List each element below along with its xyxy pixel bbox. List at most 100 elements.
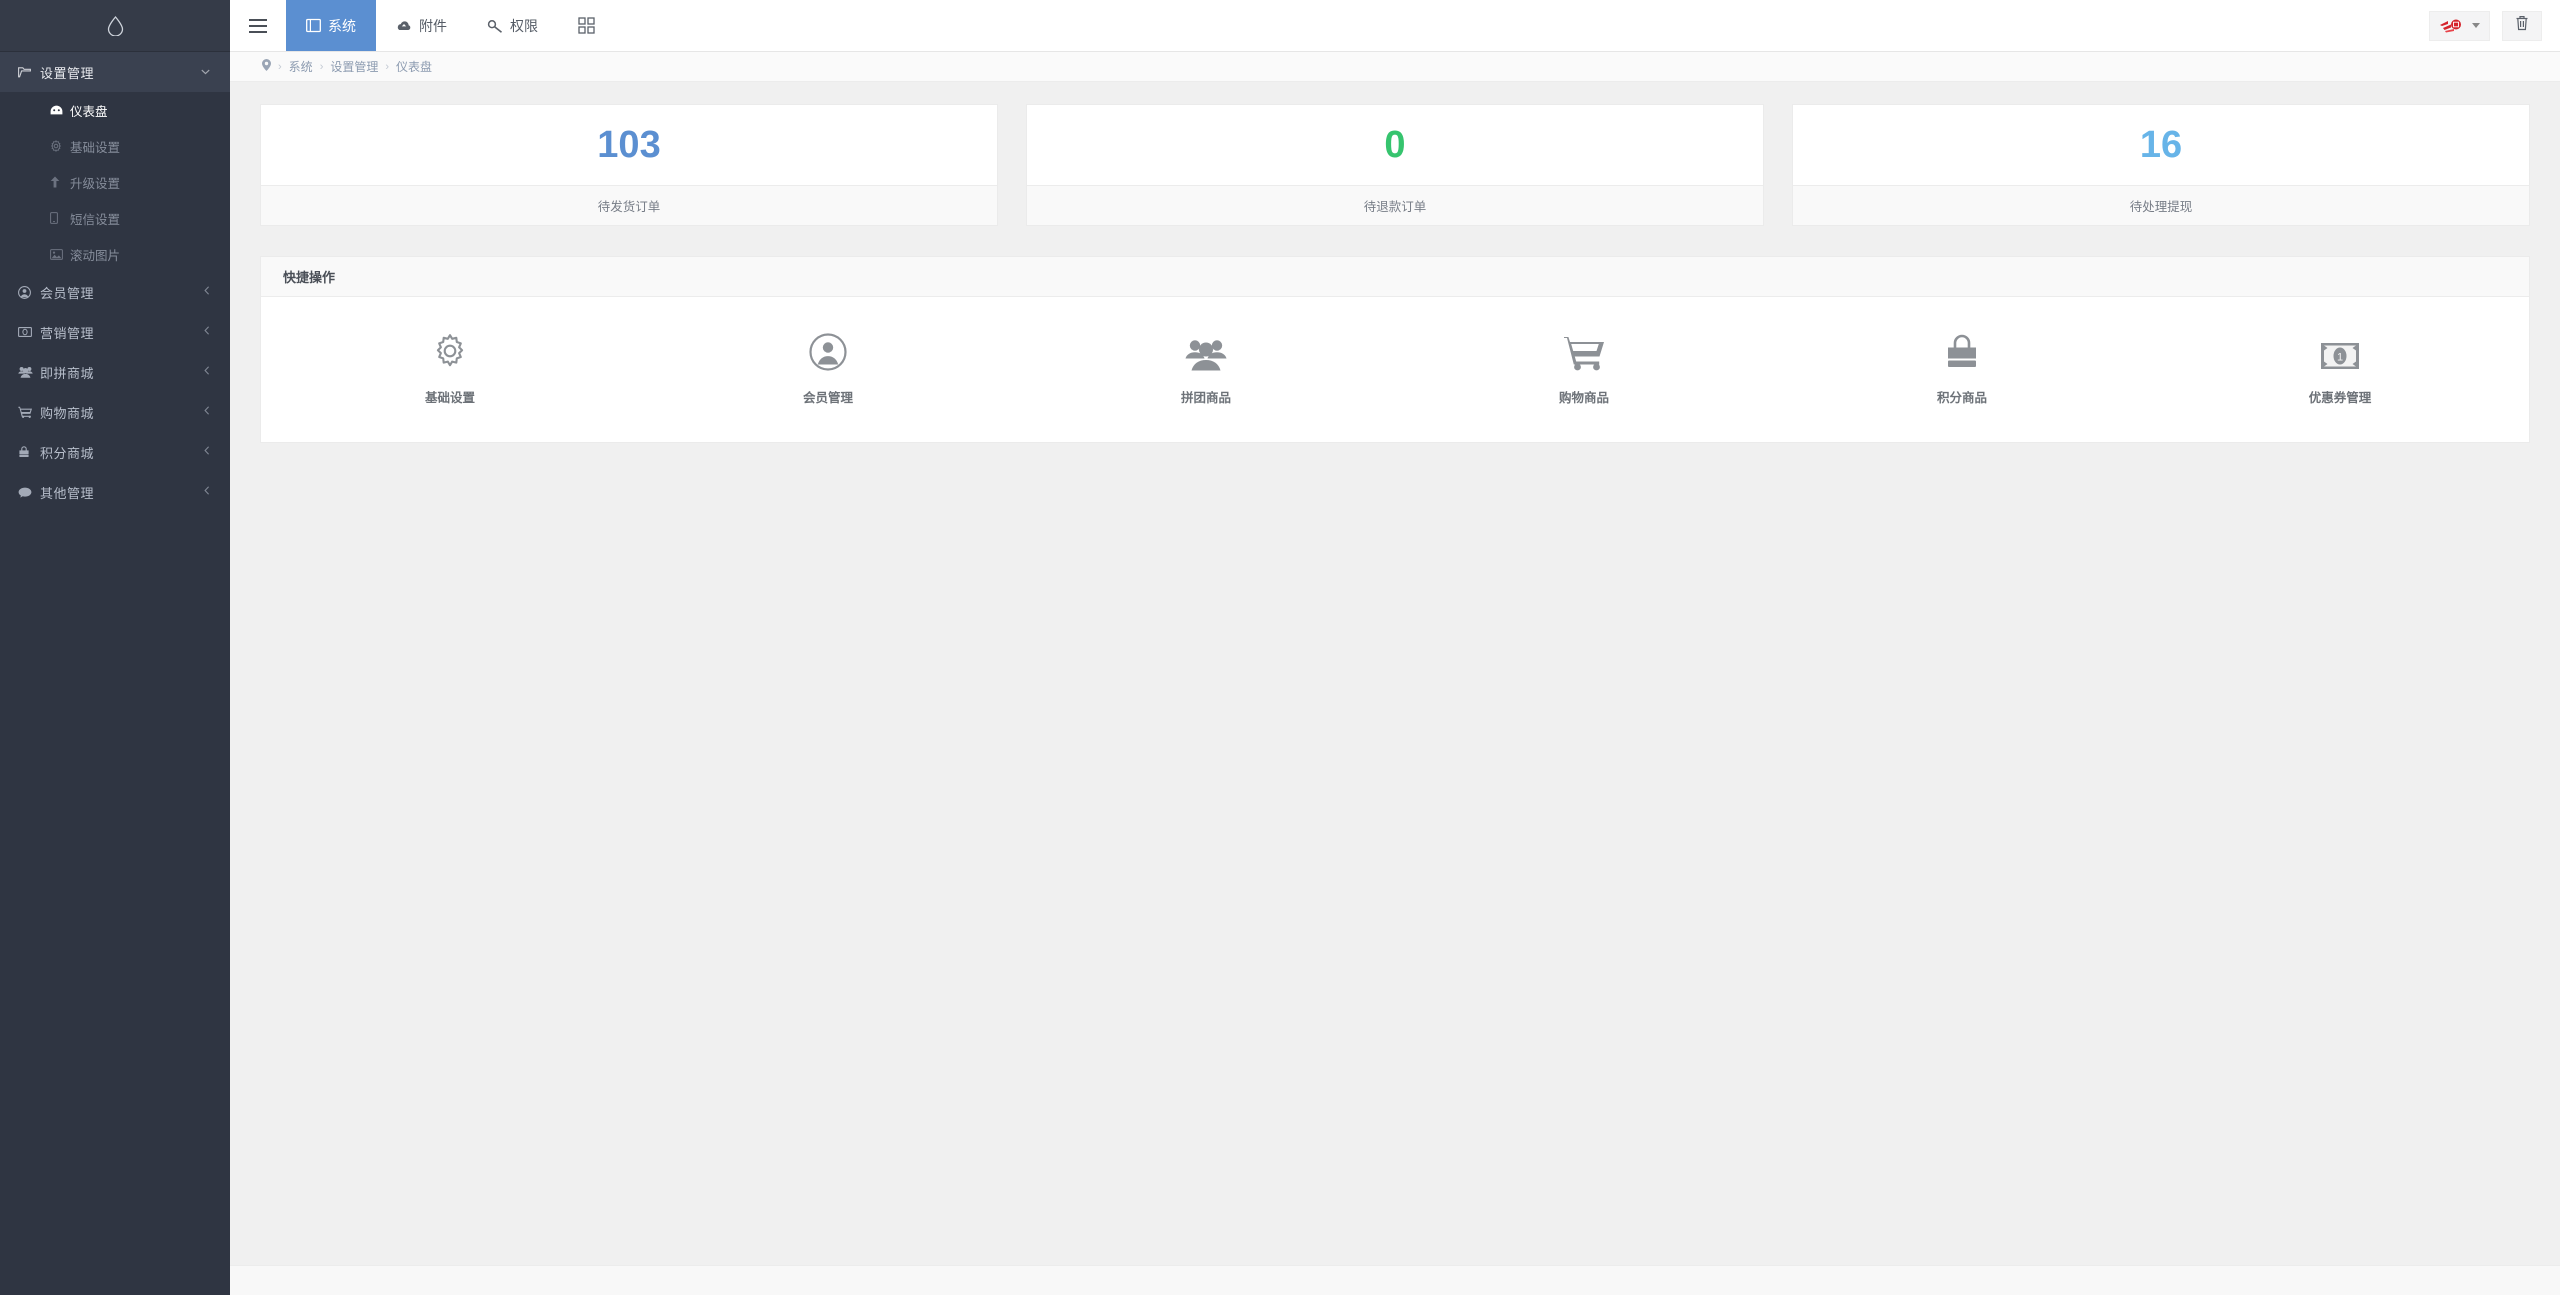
caret-down-icon	[2472, 23, 2480, 28]
trash-icon	[2515, 15, 2529, 36]
stat-label: 待发货订单	[597, 200, 661, 214]
chevron-left-icon	[204, 406, 210, 418]
tab-attachment[interactable]: 附件	[376, 0, 467, 51]
stat-value: 103	[597, 124, 661, 166]
sidebar-group: 购物商城	[0, 392, 230, 432]
breadcrumb-item-dashboard[interactable]: 仪表盘	[396, 58, 432, 75]
sidebar-group-1[interactable]: 会员管理	[0, 272, 230, 312]
money-icon	[18, 327, 40, 337]
sidebar-group-2[interactable]: 营销管理	[0, 312, 230, 352]
sidebar-group-3[interactable]: 即拼商城	[0, 352, 230, 392]
quick-actions-header: 快捷操作	[261, 257, 2529, 297]
tab-apps[interactable]	[558, 0, 622, 51]
cloud-icon	[396, 19, 412, 32]
sidebar-group-5[interactable]: 积分商城	[0, 432, 230, 472]
sidebar-group-label: 购物商城	[40, 405, 95, 421]
stat-value-wrap: 0	[1027, 105, 1763, 185]
key-icon	[487, 19, 503, 33]
quick-action-group-buy-products[interactable]: 拼团商品	[1017, 331, 1395, 406]
main-content: 103 待发货订单 0 待退款订单 16 待处理提现 快捷操作 基础设置 会员管…	[230, 82, 2560, 1295]
tab-system[interactable]: 系统	[286, 0, 376, 51]
trash-button[interactable]	[2502, 10, 2542, 41]
stat-value-wrap: 103	[261, 105, 997, 185]
tab-permission-label: 权限	[510, 17, 538, 34]
brand-logo-icon	[2439, 18, 2465, 34]
comment-icon	[18, 487, 40, 498]
stat-value: 16	[2139, 124, 2183, 166]
sidebar-logo[interactable]	[0, 0, 230, 52]
stat-card-pending-withdrawal[interactable]: 16 待处理提现	[1792, 104, 2530, 226]
quick-action-shop-products[interactable]: 购物商品	[1395, 331, 1773, 406]
sidebar-item-0-1[interactable]: 基础设置	[0, 128, 230, 164]
quick-actions-body: 基础设置 会员管理 拼团商品 购物商品 积分商品 1 优惠券管理	[261, 297, 2529, 442]
sidebar-group-label: 其他管理	[40, 485, 95, 501]
shopping-cart-icon	[1563, 331, 1605, 371]
sidebar-item-0-2[interactable]: 升级设置	[0, 164, 230, 200]
cart-icon	[18, 406, 40, 418]
sidebar-item-0-0[interactable]: 仪表盘	[0, 92, 230, 128]
sidebar-group-label: 营销管理	[40, 325, 95, 341]
location-pin-icon	[262, 59, 271, 74]
sidebar-sublist: 仪表盘基础设置升级设置短信设置滚动图片	[0, 92, 230, 272]
breadcrumb: › 系统 › 设置管理 › 仪表盘	[230, 52, 2560, 82]
chevron-left-icon	[204, 446, 210, 458]
sidebar-item-label: 基础设置	[70, 140, 121, 155]
users-icon	[18, 366, 40, 378]
svg-text:1: 1	[2337, 352, 2343, 364]
quick-actions-title: 快捷操作	[283, 270, 336, 285]
footer-strip	[230, 1265, 2560, 1295]
chevron-left-icon	[204, 326, 210, 338]
window-icon	[306, 18, 321, 33]
sidebar-group-0[interactable]: 设置管理	[0, 52, 230, 92]
quick-action-label: 优惠券管理	[2308, 391, 2372, 405]
quick-action-basic-settings[interactable]: 基础设置	[261, 331, 639, 406]
sidebar-group: 积分商城	[0, 432, 230, 472]
stat-label: 待退款订单	[1363, 200, 1427, 214]
grid-icon	[578, 17, 595, 34]
quick-action-coupon-management[interactable]: 1 优惠券管理	[2151, 331, 2529, 406]
quick-action-label: 基础设置	[424, 391, 475, 405]
tab-permission[interactable]: 权限	[467, 0, 558, 51]
stat-label-wrap: 待退款订单	[1027, 185, 1763, 225]
stat-value-wrap: 16	[1793, 105, 2529, 185]
chevron-left-icon	[204, 366, 210, 378]
user-menu-button[interactable]	[2429, 10, 2490, 41]
shopping-bag-icon	[1943, 331, 1981, 371]
sidebar-item-label: 升级设置	[70, 176, 121, 191]
quick-action-label: 积分商品	[1936, 391, 1987, 405]
sidebar-item-label: 短信设置	[70, 212, 121, 227]
image-icon	[50, 248, 70, 260]
quick-action-points-products[interactable]: 积分商品	[1773, 331, 2151, 406]
top-header: 系统 附件 权限	[230, 0, 2560, 52]
quick-action-member-management[interactable]: 会员管理	[639, 331, 1017, 406]
chevron-left-icon	[204, 286, 210, 298]
sidebar: 设置管理仪表盘基础设置升级设置短信设置滚动图片 会员管理营销管理即拼商城购物商城积…	[0, 0, 230, 1295]
tab-attachment-label: 附件	[419, 17, 447, 34]
folder-open-icon	[18, 66, 40, 78]
sidebar-group-4[interactable]: 购物商城	[0, 392, 230, 432]
sidebar-nav: 设置管理仪表盘基础设置升级设置短信设置滚动图片 会员管理营销管理即拼商城购物商城积…	[0, 52, 230, 512]
bag-icon	[18, 446, 40, 458]
sidebar-item-0-3[interactable]: 短信设置	[0, 200, 230, 236]
sidebar-group-label: 即拼商城	[40, 365, 95, 381]
user-circle-filled-icon	[809, 331, 847, 371]
gear-icon	[50, 140, 70, 152]
sidebar-group: 营销管理	[0, 312, 230, 352]
stat-value: 0	[1384, 124, 1406, 166]
users-group-icon	[1185, 331, 1227, 371]
sidebar-group: 会员管理	[0, 272, 230, 312]
hamburger-icon[interactable]	[230, 0, 286, 51]
user-circle-icon	[18, 285, 40, 299]
stat-label-wrap: 待发货订单	[261, 185, 997, 225]
stat-card-pending-shipment[interactable]: 103 待发货订单	[260, 104, 998, 226]
breadcrumb-item-settings[interactable]: 设置管理	[330, 58, 378, 75]
stat-card-pending-refund[interactable]: 0 待退款订单	[1026, 104, 1764, 226]
sidebar-group-6[interactable]: 其他管理	[0, 472, 230, 512]
sidebar-group-label: 设置管理	[40, 65, 95, 81]
stat-label-wrap: 待处理提现	[1793, 185, 2529, 225]
chevron-down-icon	[201, 67, 210, 78]
quick-action-label: 拼团商品	[1180, 391, 1231, 405]
quick-action-label: 购物商品	[1558, 391, 1609, 405]
sidebar-item-0-4[interactable]: 滚动图片	[0, 236, 230, 272]
breadcrumb-item-system[interactable]: 系统	[289, 58, 313, 75]
